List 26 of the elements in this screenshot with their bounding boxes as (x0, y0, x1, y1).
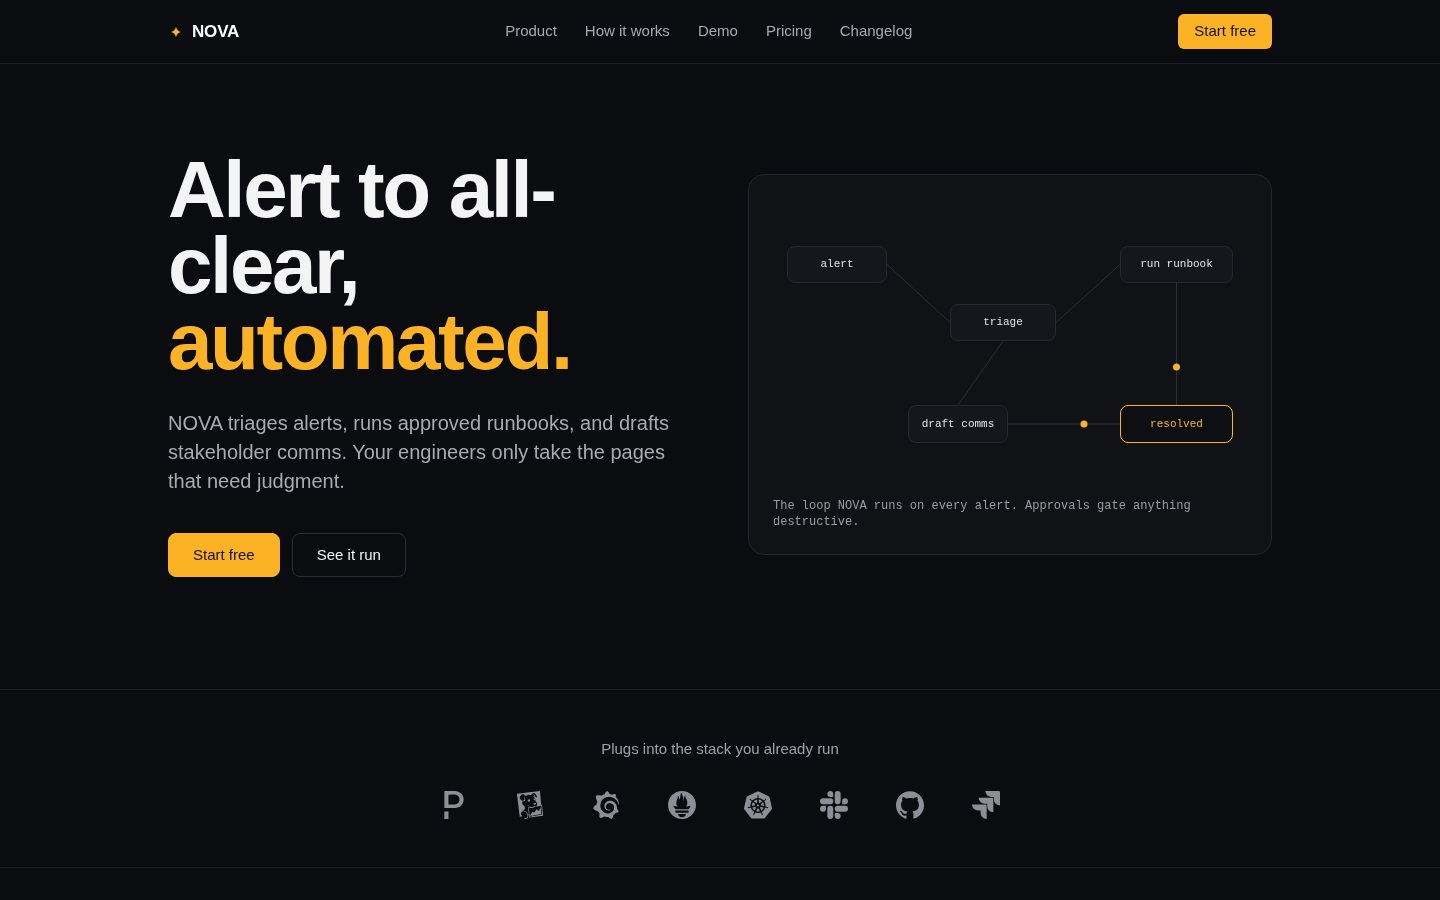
nav-link[interactable]: Product (505, 20, 557, 43)
start-button[interactable]: Start free (1178, 14, 1272, 49)
flow-node: resolved (1120, 405, 1233, 443)
nav-link[interactable]: Demo (697, 20, 738, 43)
start-button[interactable]: Start free (168, 533, 280, 577)
cat-icon (896, 791, 924, 819)
flame-icon (668, 791, 696, 819)
sparkle-icon (170, 25, 182, 38)
flow-node: draft comms (908, 405, 1008, 443)
chevrons-icon (972, 791, 1000, 819)
diagram-caption: The loop NOVA runs on every alert. Approvals gate anything destructive. (773, 498, 1192, 530)
flow-node: run runbook (1120, 246, 1233, 283)
nav-link[interactable]: Changelog (839, 20, 913, 43)
nav-link[interactable]: How it works (584, 20, 670, 43)
flow-node: alert (787, 246, 887, 283)
hero-description: NOVA triages alerts, runs approved runbooks, and drafts stakeholder comms. Your engineers only take the pages that need judgment. (168, 411, 670, 494)
nav-link[interactable]: Pricing (765, 20, 812, 43)
ship-wheel-icon (744, 791, 772, 819)
hashtag-icon (820, 791, 848, 819)
dog-icon (516, 791, 544, 819)
integrations-title: Plugs into the stack you already run (601, 739, 839, 759)
flow-node: triage (950, 304, 1056, 341)
hero-heading: Alert to all-clear, automated. (168, 152, 572, 380)
demo-button[interactable]: See it run (291, 533, 406, 577)
logo-text[interactable]: NOVA (192, 18, 240, 45)
spiral-gear-icon (592, 791, 620, 819)
